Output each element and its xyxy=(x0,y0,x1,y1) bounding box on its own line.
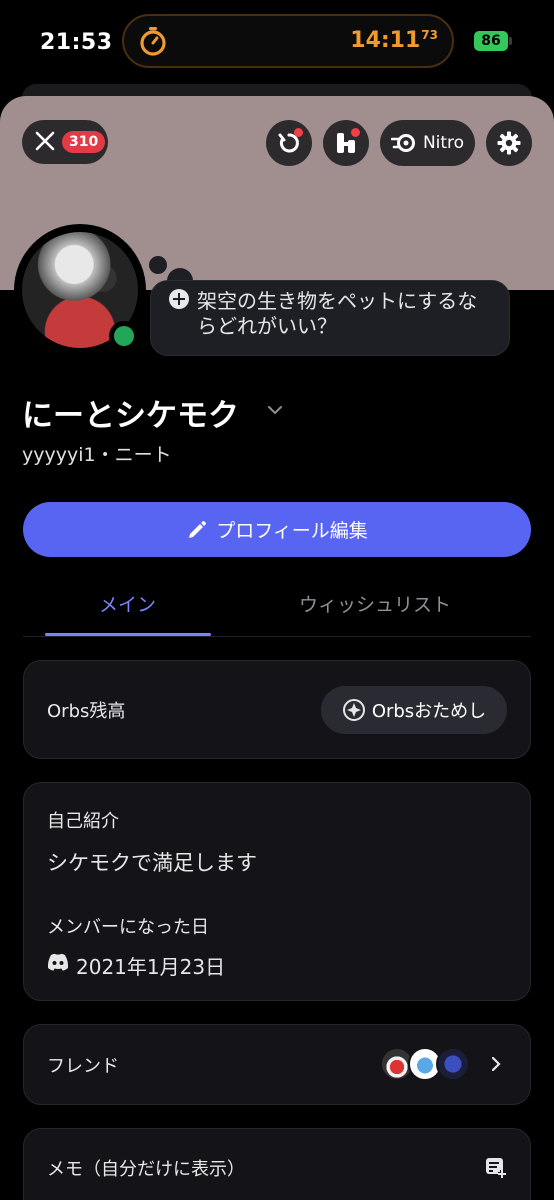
orbs-trial-button[interactable]: Orbsおためし xyxy=(321,686,507,734)
nitro-button[interactable]: Nitro xyxy=(380,120,475,166)
close-icon xyxy=(35,131,55,151)
timer-readout: 14:1173 xyxy=(350,28,438,53)
settings-button[interactable] xyxy=(486,120,532,166)
online-status-icon xyxy=(109,321,139,351)
timer-time: 14:11 xyxy=(350,28,421,53)
bio-text: シケモクで満足します xyxy=(47,851,257,875)
clock: 21:53 xyxy=(40,30,113,55)
plus-icon xyxy=(169,289,189,309)
orbs-balance-label: Orbs残高 xyxy=(47,701,126,722)
friends-label: フレンド xyxy=(47,1056,119,1077)
display-name[interactable]: にーとシケモク xyxy=(22,390,239,435)
pencil-icon xyxy=(189,520,207,538)
timer-hundredths: 73 xyxy=(421,28,438,42)
friend-avatars xyxy=(380,1047,480,1083)
memo-card[interactable]: メモ（自分だけに表示） xyxy=(23,1128,531,1200)
close-button[interactable]: 310 xyxy=(22,120,108,164)
gear-icon xyxy=(497,131,521,155)
chevron-down-icon[interactable] xyxy=(266,404,284,416)
orb-icon xyxy=(342,699,365,721)
memo-label: メモ（自分だけに表示） xyxy=(47,1159,245,1180)
nitro-icon xyxy=(390,134,415,152)
orbs-trial-label: Orbsおためし xyxy=(371,701,487,722)
active-tab-indicator xyxy=(45,633,211,636)
dynamic-island-timer[interactable]: 14:1173 xyxy=(122,14,454,68)
username-line: yyyyyi1・ニート xyxy=(22,444,172,466)
thought-bubble-dot xyxy=(149,256,167,274)
shop-button[interactable] xyxy=(323,120,369,166)
orbs-card: Orbs残高 Orbsおためし xyxy=(23,660,531,759)
quest-alert-dot xyxy=(294,128,303,137)
bio-heading: 自己紹介 xyxy=(47,811,119,832)
custom-status-bubble[interactable]: 架空の生き物をペットにするならどれがいい？ xyxy=(150,280,510,356)
friends-card[interactable]: フレンド xyxy=(23,1024,531,1105)
status-bar: 21:53 14:1173 86 xyxy=(0,0,554,82)
tab-wishlist[interactable]: ウィッシュリスト xyxy=(299,590,451,617)
stopwatch-icon xyxy=(140,27,166,56)
battery-tip xyxy=(509,37,512,45)
edit-profile-button[interactable]: プロフィール編集 xyxy=(23,502,531,557)
tab-main[interactable]: メイン xyxy=(99,590,156,617)
member-since-heading: メンバーになった日 xyxy=(47,917,209,938)
profile-sheet: 310 Nitro 架空の生き物をペットにするならどれがいい？ にーとシケモク … xyxy=(0,96,554,1200)
about-card: 自己紹介 シケモクで満足します メンバーになった日 2021年1月23日 xyxy=(23,782,531,1001)
discord-icon xyxy=(47,953,69,971)
friend-avatar xyxy=(436,1047,470,1081)
member-since-date: 2021年1月23日 xyxy=(76,955,226,979)
status-message: 架空の生き物をペットにするならどれがいい？ xyxy=(197,289,478,338)
tab-divider xyxy=(23,636,531,637)
edit-profile-label: プロフィール編集 xyxy=(216,520,368,542)
shop-alert-dot xyxy=(351,128,360,137)
chevron-right-icon xyxy=(491,1056,501,1072)
note-add-icon[interactable] xyxy=(484,1155,508,1179)
notification-badge: 310 xyxy=(62,131,106,153)
quests-button[interactable] xyxy=(266,120,312,166)
battery-indicator: 86 xyxy=(474,31,508,51)
nitro-label: Nitro xyxy=(422,133,465,153)
